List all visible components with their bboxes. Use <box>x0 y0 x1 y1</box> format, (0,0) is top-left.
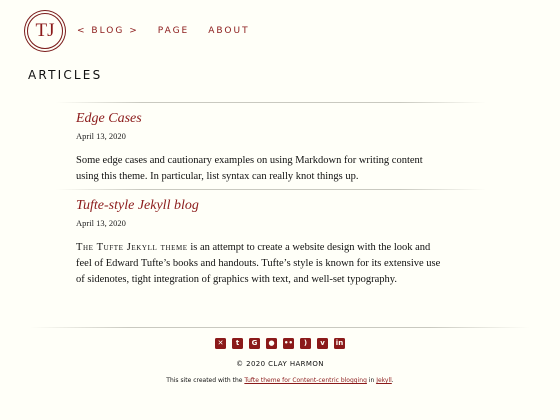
article-summary-lead: The Tufte Jekyll theme <box>76 242 188 253</box>
main-nav: < BLOG > PAGE ABOUT <box>77 26 250 36</box>
nav-about-link[interactable]: ABOUT <box>208 26 249 36</box>
twitter-icon[interactable]: t <box>232 338 243 349</box>
site-logo[interactable]: TJ <box>27 13 63 49</box>
article-summary: The Tufte Jekyll theme is an attempt to … <box>76 240 446 288</box>
vimeo-icon[interactable]: v <box>317 338 328 349</box>
flickr-icon[interactable]: •• <box>283 338 294 349</box>
article-item: Tufte-style Jekyll blog April 13, 2020 T… <box>76 198 446 288</box>
jekyll-link[interactable]: Jekyll <box>376 377 392 384</box>
article-date: April 13, 2020 <box>76 131 126 141</box>
copyright: © 2020 CLAY HARMON <box>236 360 324 368</box>
github-icon[interactable]: ● <box>266 338 277 349</box>
article-title-link[interactable]: Edge Cases <box>76 111 446 127</box>
credits-suffix: . <box>391 377 394 384</box>
credits-prefix: This site created with the <box>166 377 245 384</box>
social-links: ✕ t G ● •• ) v in <box>0 338 560 349</box>
tufte-theme-link[interactable]: Tufte theme for Content-centric blogging <box>244 377 367 384</box>
email-icon[interactable]: ✕ <box>215 338 226 349</box>
linkedin-icon[interactable]: in <box>334 338 345 349</box>
logo-text: TJ <box>35 20 55 41</box>
nav-blog-link[interactable]: < BLOG > <box>77 26 139 36</box>
article-date: April 13, 2020 <box>76 218 126 228</box>
credits-line: This site created with the Tufte theme f… <box>0 377 560 384</box>
page-title: ARTICLES <box>28 68 103 82</box>
credits-middle: in <box>366 377 377 384</box>
article-summary: Some edge cases and cautionary examples … <box>76 155 423 182</box>
divider <box>56 189 486 190</box>
footer-divider <box>30 327 530 328</box>
site-header: TJ < BLOG > PAGE ABOUT <box>27 13 250 49</box>
article-item: Edge Cases April 13, 2020 Some edge case… <box>76 111 446 185</box>
article-title-link[interactable]: Tufte-style Jekyll blog <box>76 198 446 214</box>
divider <box>56 102 486 103</box>
rss-icon[interactable]: ) <box>300 338 311 349</box>
nav-page-link[interactable]: PAGE <box>158 26 190 36</box>
google-plus-icon[interactable]: G <box>249 338 260 349</box>
